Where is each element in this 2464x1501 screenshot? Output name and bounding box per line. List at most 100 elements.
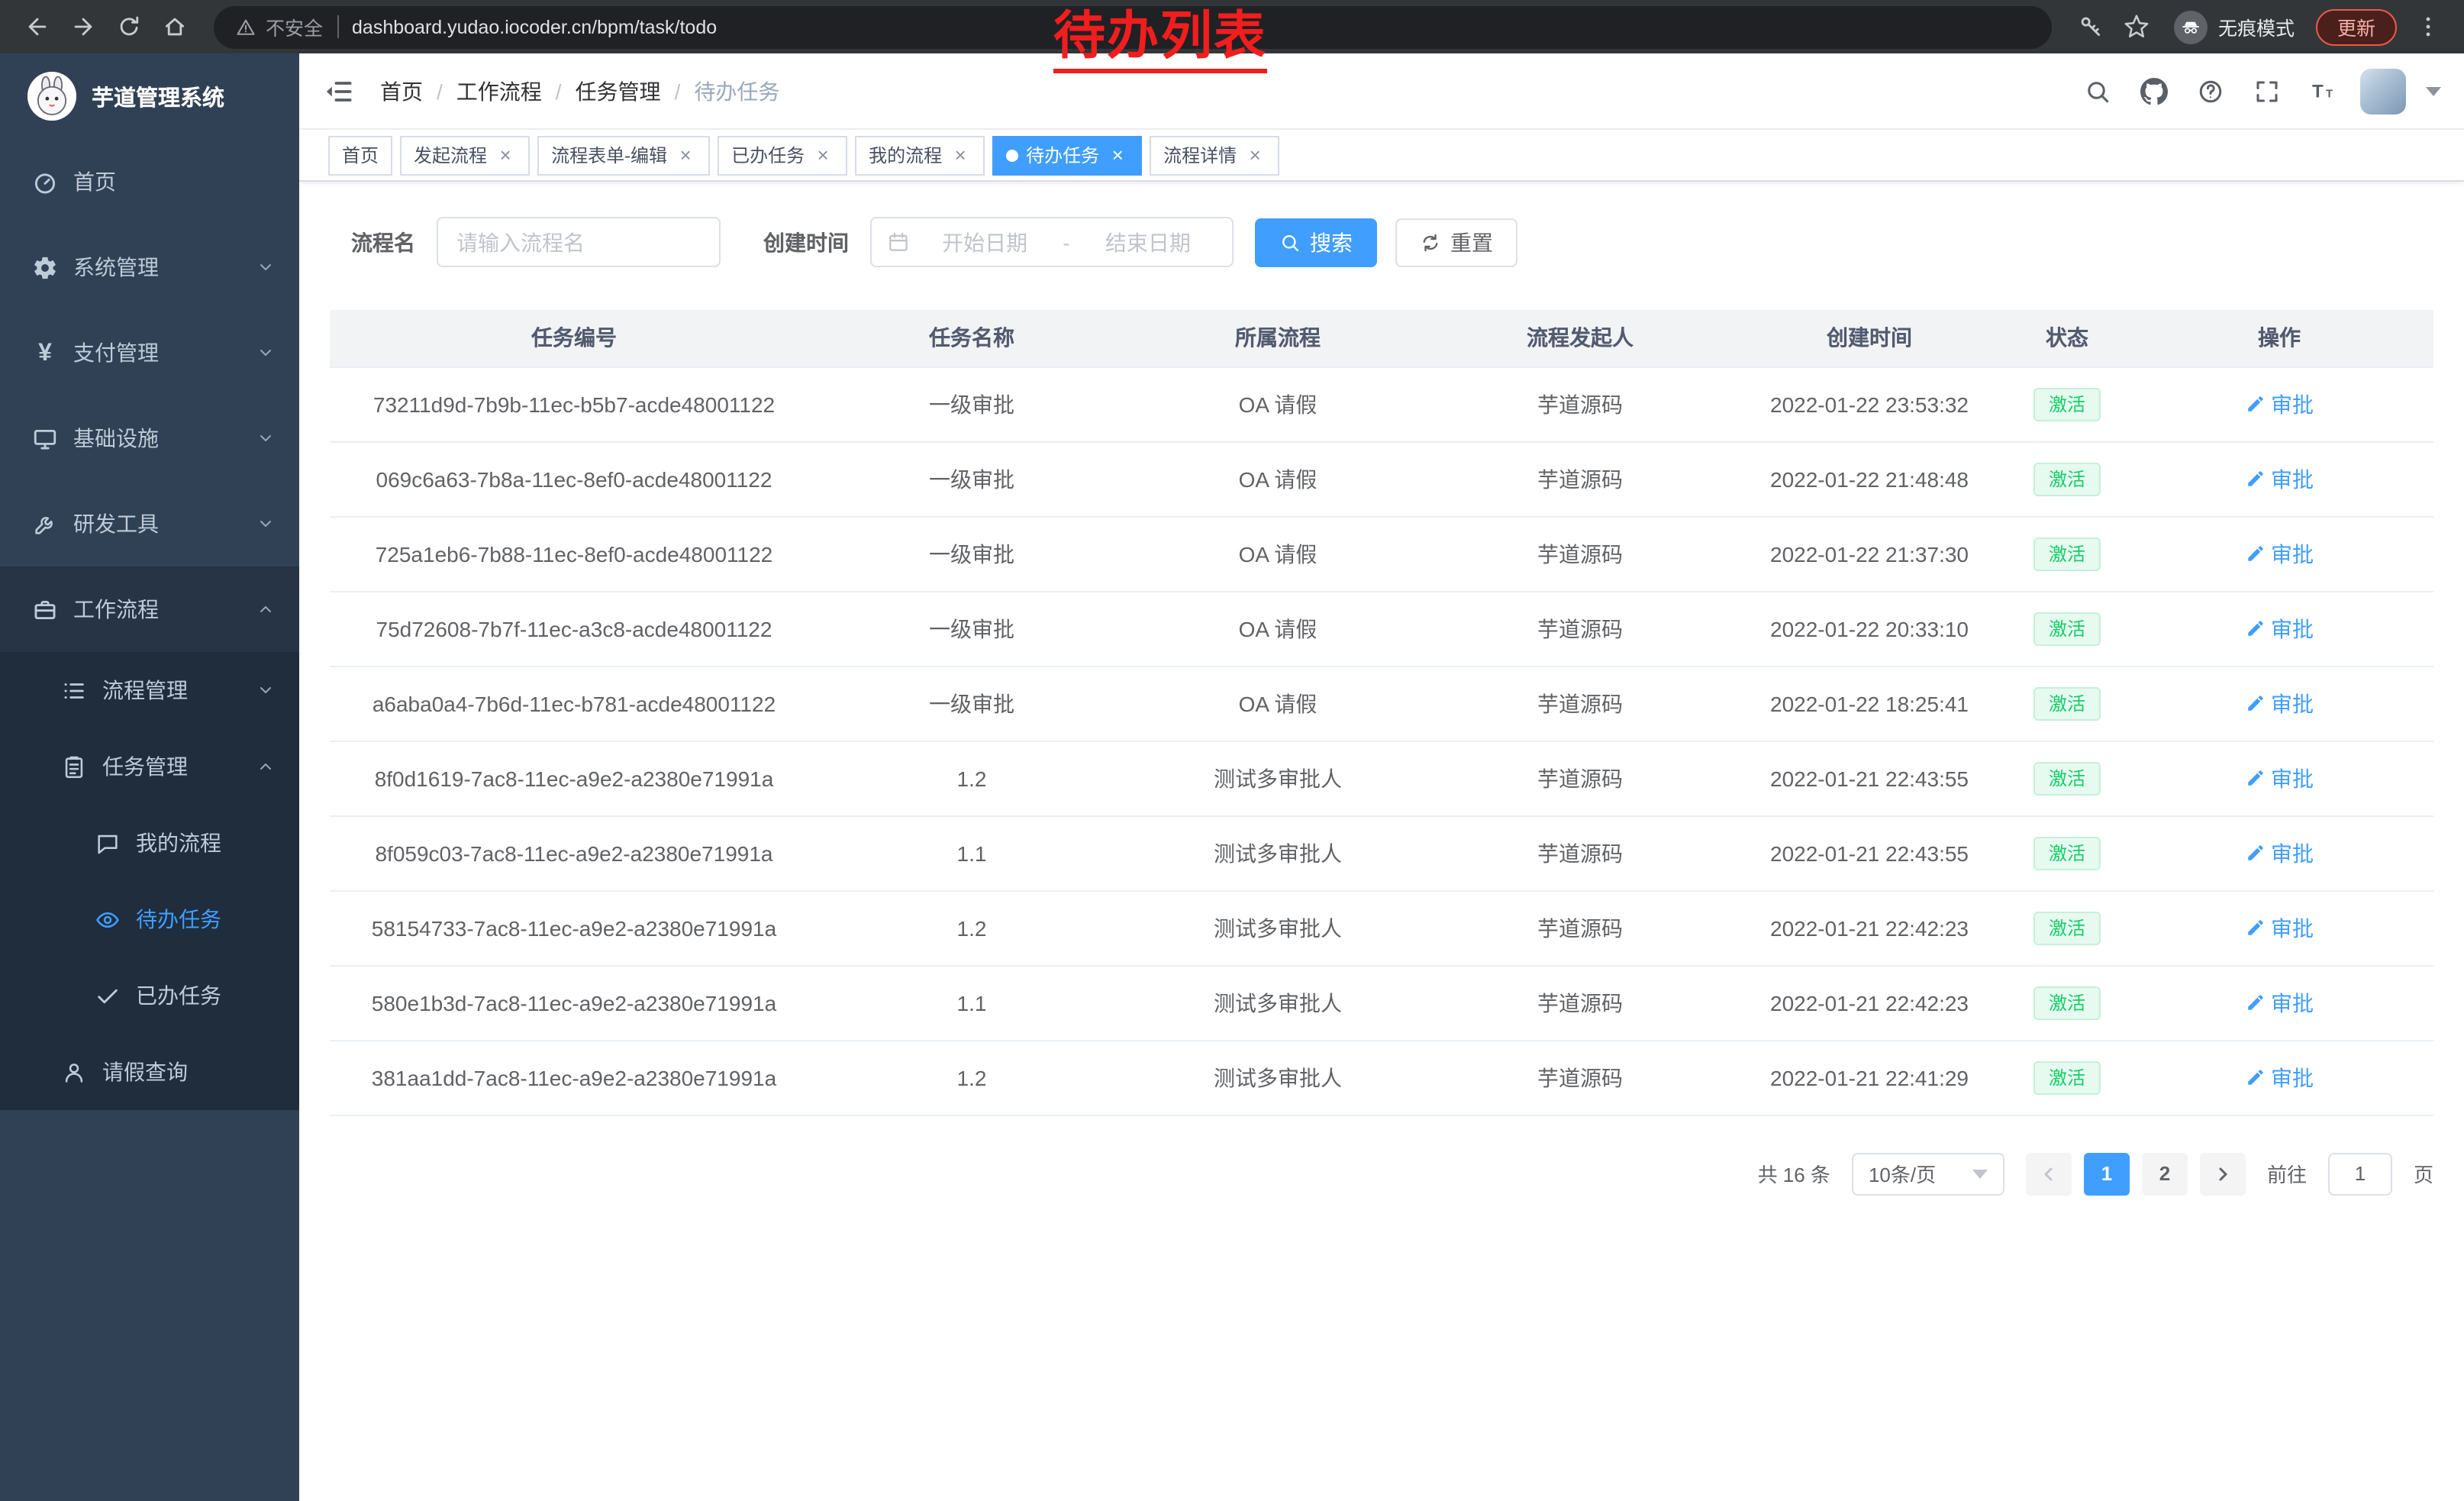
approve-link[interactable]: 审批 xyxy=(2245,912,2314,943)
tab-my-process[interactable]: 我的流程 xyxy=(855,135,985,175)
header-search-button[interactable] xyxy=(2078,71,2117,111)
search-button[interactable]: 搜索 xyxy=(1255,218,1377,266)
sidebar-item-done-tasks[interactable]: 已办任务 xyxy=(0,957,299,1034)
page-button-2[interactable]: 2 xyxy=(2142,1152,2188,1195)
cell-created: 2022-01-22 21:48:48 xyxy=(1730,441,2009,516)
goto-page-input[interactable] xyxy=(2328,1152,2392,1195)
process-name-input[interactable] xyxy=(437,217,721,267)
sidebar-item-leave-query[interactable]: 请假查询 xyxy=(0,1034,299,1110)
status-badge: 激活 xyxy=(2033,836,2101,870)
github-button[interactable] xyxy=(2134,71,2174,111)
sidebar-item-devtools[interactable]: 研发工具 xyxy=(0,481,299,567)
cell-task-name: 1.1 xyxy=(818,965,1125,1040)
home-button[interactable] xyxy=(153,5,195,48)
sidebar-item-my-process[interactable]: 我的流程 xyxy=(0,805,299,881)
cell-task-id: 069c6a63-7b8a-11ec-8ef0-acde48001122 xyxy=(330,441,818,516)
active-dot xyxy=(1006,149,1018,161)
cell-task-id: 8f0d1619-7ac8-11ec-a9e2-a2380e71991a xyxy=(330,741,818,815)
approve-link[interactable]: 审批 xyxy=(2245,613,2314,644)
table-row: 8f059c03-7ac8-11ec-a9e2-a2380e71991a 1.1… xyxy=(330,815,2433,890)
briefcase-icon xyxy=(32,596,58,622)
tab-start-process[interactable]: 发起流程 xyxy=(400,135,530,175)
update-button[interactable]: 更新 xyxy=(2316,8,2397,45)
sidebar-item-infrastructure[interactable]: 基础设施 xyxy=(0,395,299,481)
tab-process-detail[interactable]: 流程详情 xyxy=(1150,135,1279,175)
tab-process-form-edit[interactable]: 流程表单-编辑 xyxy=(537,135,710,175)
prev-page-button[interactable] xyxy=(2026,1152,2072,1195)
approve-link-label: 审批 xyxy=(2271,1062,2314,1093)
approve-link[interactable]: 审批 xyxy=(2245,838,2314,868)
table-row: a6aba0a4-7b6d-11ec-b781-acde48001122 一级审… xyxy=(330,666,2433,741)
tab-todo-tasks[interactable]: 待办任务 xyxy=(992,135,1142,175)
close-icon[interactable] xyxy=(1107,144,1128,166)
close-icon[interactable] xyxy=(675,144,696,166)
bookmark-button[interactable] xyxy=(2116,5,2159,48)
password-key-button[interactable] xyxy=(2070,5,2113,48)
cell-task-name: 1.2 xyxy=(818,890,1125,965)
hamburger-icon xyxy=(322,74,356,108)
reset-button[interactable]: 重置 xyxy=(1395,218,1517,266)
cell-created: 2022-01-21 22:42:23 xyxy=(1730,890,2009,965)
chevron-up-icon xyxy=(256,757,275,776)
table-row: 8f0d1619-7ac8-11ec-a9e2-a2380e71991a 1.2… xyxy=(330,741,2433,815)
approve-link[interactable]: 审批 xyxy=(2245,538,2314,569)
search-icon xyxy=(2084,77,2111,105)
page-size-select[interactable]: 10条/页 xyxy=(1852,1152,2004,1195)
close-icon[interactable] xyxy=(950,144,971,166)
tab-home[interactable]: 首页 xyxy=(328,135,392,175)
cell-actions: 审批 xyxy=(2125,666,2433,741)
browser-menu-button[interactable] xyxy=(2406,5,2449,48)
close-icon[interactable] xyxy=(812,144,834,166)
cell-created: 2022-01-22 21:37:30 xyxy=(1730,516,2009,591)
breadcrumb-workflow[interactable]: 工作流程 xyxy=(423,76,542,106)
approve-link[interactable]: 审批 xyxy=(2245,688,2314,718)
cell-initiator: 芋道源码 xyxy=(1430,441,1730,516)
approve-link-label: 审批 xyxy=(2271,463,2314,494)
address-bar[interactable]: 不安全 dashboard.yudao.iocoder.cn/bpm/task/… xyxy=(214,5,2052,48)
cell-task-name: 一级审批 xyxy=(818,366,1125,441)
user-avatar[interactable] xyxy=(2360,68,2406,114)
close-icon[interactable] xyxy=(1244,144,1266,166)
approve-link[interactable]: 审批 xyxy=(2245,987,2314,1018)
cell-process: OA 请假 xyxy=(1125,366,1430,441)
logo-avatar xyxy=(27,72,76,121)
status-badge: 激活 xyxy=(2033,911,2101,944)
cell-actions: 审批 xyxy=(2125,815,2433,890)
tab-label: 发起流程 xyxy=(414,142,487,168)
table-row: 580e1b3d-7ac8-11ec-a9e2-a2380e71991a 1.1… xyxy=(330,965,2433,1040)
font-size-button[interactable]: TT xyxy=(2304,71,2343,111)
sidebar-item-process-management[interactable]: 流程管理 xyxy=(0,652,299,728)
back-button[interactable] xyxy=(15,5,58,48)
help-button[interactable] xyxy=(2191,71,2230,111)
cell-task-name: 一级审批 xyxy=(818,666,1125,741)
sidebar-item-home[interactable]: 首页 xyxy=(0,139,299,224)
approve-link[interactable]: 审批 xyxy=(2245,463,2314,494)
sidebar-item-todo-tasks[interactable]: 待办任务 xyxy=(0,881,299,957)
breadcrumb-task-management[interactable]: 任务管理 xyxy=(542,76,661,106)
forward-button[interactable] xyxy=(61,5,104,48)
sidebar-item-system[interactable]: 系统管理 xyxy=(0,224,299,310)
approve-link-label: 审批 xyxy=(2271,763,2314,793)
breadcrumb-home[interactable]: 首页 xyxy=(380,76,423,106)
cell-initiator: 芋道源码 xyxy=(1430,1040,1730,1115)
sidebar-item-payment[interactable]: ¥ 支付管理 xyxy=(0,310,299,395)
col-task-id: 任务编号 xyxy=(330,310,818,366)
date-range-picker[interactable]: 开始日期 - 结束日期 xyxy=(870,217,1234,267)
approve-link[interactable]: 审批 xyxy=(2245,763,2314,793)
cell-status: 激活 xyxy=(2009,815,2125,890)
fullscreen-button[interactable] xyxy=(2247,71,2287,111)
next-page-button[interactable] xyxy=(2200,1152,2246,1195)
tab-done-tasks[interactable]: 已办任务 xyxy=(718,135,847,175)
caret-down-icon[interactable] xyxy=(2426,86,2441,95)
reload-button[interactable] xyxy=(107,5,150,48)
page-button-1[interactable]: 1 xyxy=(2084,1152,2130,1195)
sidebar-item-workflow[interactable]: 工作流程 xyxy=(0,567,299,652)
approve-link[interactable]: 审批 xyxy=(2245,389,2314,419)
cell-initiator: 芋道源码 xyxy=(1430,366,1730,441)
sidebar-collapse-button[interactable] xyxy=(322,74,356,108)
sidebar-item-task-management[interactable]: 任务管理 xyxy=(0,728,299,805)
breadcrumb: 首页 工作流程 任务管理 待办任务 xyxy=(380,76,779,106)
warning-icon xyxy=(235,16,256,37)
close-icon[interactable] xyxy=(495,144,516,166)
approve-link[interactable]: 审批 xyxy=(2245,1062,2314,1093)
